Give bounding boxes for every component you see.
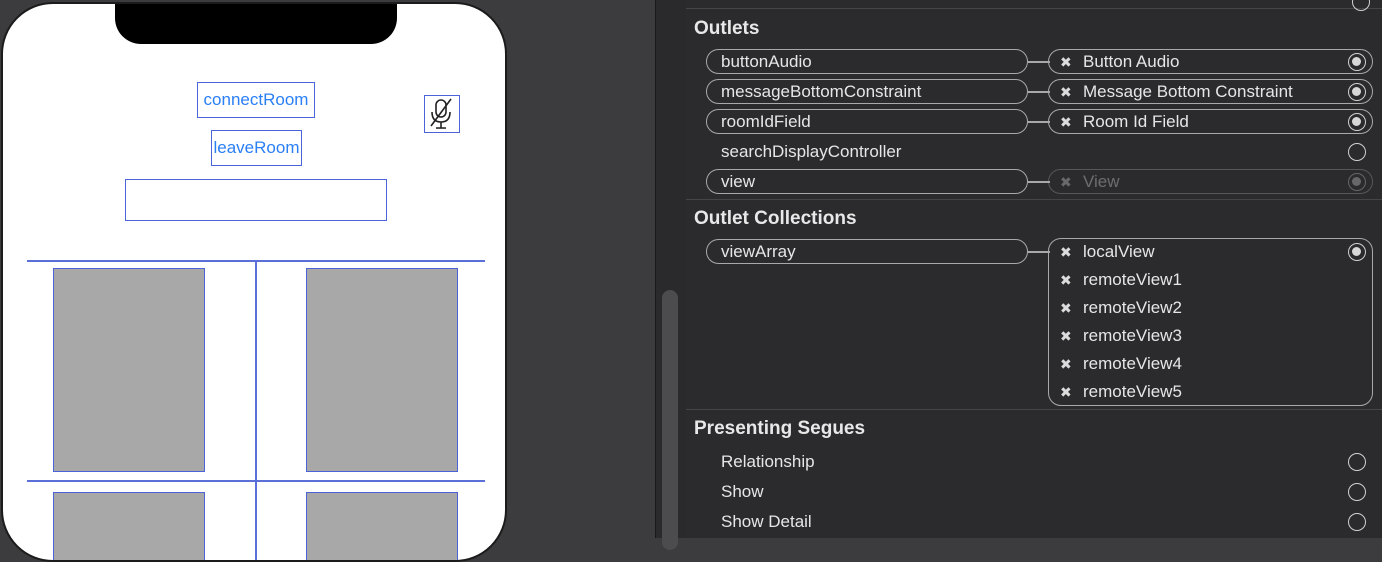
leave-room-button[interactable]: leaveRoom — [211, 130, 302, 166]
connect-room-button[interactable]: connectRoom — [197, 82, 315, 118]
local-view[interactable] — [53, 268, 205, 472]
segue-name: Show — [721, 482, 764, 501]
connection-circle[interactable] — [1348, 53, 1366, 71]
remote-view-1[interactable] — [306, 268, 458, 472]
disconnect-icon[interactable]: ✖ — [1060, 300, 1072, 317]
separator — [686, 409, 1382, 410]
connection-circle[interactable] — [1348, 513, 1366, 531]
disconnect-icon[interactable]: ✖ — [1060, 384, 1072, 401]
segue-name: Show Detail — [721, 512, 812, 531]
collection-target: localView — [1083, 242, 1155, 261]
remote-view-3[interactable] — [306, 492, 458, 560]
separator — [686, 199, 1382, 200]
disconnect-icon[interactable]: ✖ — [1060, 114, 1072, 131]
iphone-scene: connectRoom leaveRoom — [1, 2, 507, 562]
disconnect-icon[interactable]: ✖ — [1060, 328, 1072, 345]
outlet-collections-header: Outlet Collections — [694, 208, 857, 229]
disconnect-icon[interactable]: ✖ — [1060, 244, 1072, 261]
collection-name: viewArray — [721, 242, 796, 261]
collection-target: remoteView4 — [1083, 354, 1182, 373]
disconnect-icon[interactable]: ✖ — [1060, 54, 1072, 71]
outlet-connector — [1028, 91, 1050, 93]
outlet-target: Message Bottom Constraint — [1083, 82, 1293, 101]
disconnect-icon[interactable]: ✖ — [1060, 84, 1072, 101]
connection-circle[interactable] — [1348, 483, 1366, 501]
collection-target: remoteView2 — [1083, 298, 1182, 317]
collection-target: remoteView5 — [1083, 382, 1182, 401]
outlet-name: searchDisplayController — [721, 142, 902, 161]
collection-target: remoteView1 — [1083, 270, 1182, 289]
outlets-header: Outlets — [694, 18, 760, 39]
device-notch — [115, 4, 397, 44]
connection-circle[interactable] — [1348, 453, 1366, 471]
connection-circle[interactable] — [1352, 0, 1370, 11]
outlet-connector — [1028, 61, 1050, 63]
outlet-connector — [1028, 181, 1050, 183]
connection-circle[interactable] — [1348, 143, 1366, 161]
connection-circle[interactable] — [1348, 243, 1366, 261]
outlet-name: buttonAudio — [721, 52, 812, 71]
storyboard-canvas: connectRoom leaveRoom — [0, 0, 655, 562]
scrollbar[interactable] — [662, 290, 678, 550]
outlet-name: roomIdField — [721, 112, 811, 131]
separator — [686, 8, 1382, 9]
outlet-target: Room Id Field — [1083, 112, 1189, 131]
connection-circle[interactable] — [1348, 173, 1366, 191]
disconnect-icon[interactable]: ✖ — [1060, 174, 1072, 191]
outlet-target: Button Audio — [1083, 52, 1180, 71]
room-id-field[interactable] — [125, 179, 387, 221]
connection-circle[interactable] — [1348, 83, 1366, 101]
disconnect-icon[interactable]: ✖ — [1060, 272, 1072, 289]
connection-circle[interactable] — [1348, 113, 1366, 131]
outlet-connector — [1028, 251, 1050, 253]
disconnect-icon[interactable]: ✖ — [1060, 356, 1072, 373]
mute-audio-button[interactable] — [424, 95, 460, 133]
collection-targets-box[interactable] — [1048, 238, 1373, 406]
connections-inspector: Outlets buttonAudio ✖ Button Audio messa… — [686, 0, 1382, 538]
mic-slash-icon — [430, 98, 452, 129]
outlet-name: messageBottomConstraint — [721, 82, 922, 101]
remote-view-2[interactable] — [53, 492, 205, 560]
outlet-name: view — [721, 172, 756, 191]
presenting-segues-header: Presenting Segues — [694, 418, 866, 439]
collection-target: remoteView3 — [1083, 326, 1182, 345]
segue-name: Relationship — [721, 452, 815, 471]
grid-center-line — [255, 260, 257, 560]
outlet-connector — [1028, 121, 1050, 123]
outlet-target: View — [1083, 172, 1120, 191]
